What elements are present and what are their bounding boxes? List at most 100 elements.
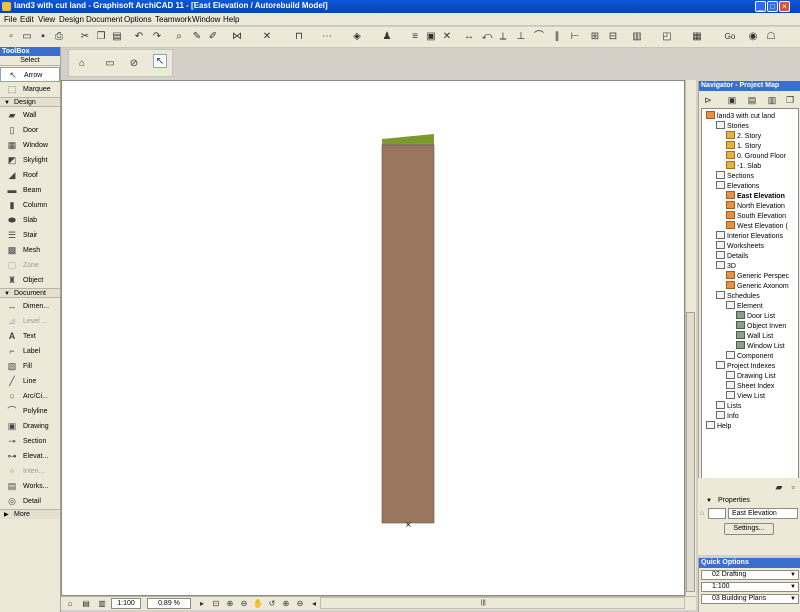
nav-tree-item[interactable]: East Elevation <box>726 191 785 201</box>
nav-tree-item[interactable]: 3D <box>716 261 736 271</box>
tool-detail[interactable]: ◎ Detail <box>0 494 60 509</box>
split-icon[interactable]: ⊢ <box>568 30 582 44</box>
tool-section[interactable]: ⊸ Section <box>0 434 60 449</box>
menu-teamwork[interactable]: Teamwork <box>155 15 191 24</box>
menu-view[interactable]: View <box>38 15 55 24</box>
nav-tree-item[interactable]: Window List <box>736 341 785 351</box>
mirror-icon[interactable]: ⟂ <box>496 30 510 44</box>
rotate-icon[interactable]: ⤺ <box>480 30 494 44</box>
zoom-menu-arrow-icon[interactable]: ▸ <box>195 597 209 611</box>
nav-tree-item[interactable]: Help <box>706 421 731 431</box>
close-button[interactable]: × <box>779 1 790 12</box>
find-select-icon[interactable]: ⌕ <box>172 30 186 44</box>
settings-button[interactable]: Settings... <box>724 523 774 535</box>
zoom-field[interactable]: 0.89 % <box>147 598 191 609</box>
tool-slab[interactable]: ⬬ Slab <box>0 213 60 228</box>
maximize-button[interactable]: □ <box>767 1 778 12</box>
menu-document[interactable]: Document <box>86 15 122 24</box>
minimize-button[interactable]: _ <box>755 1 766 12</box>
scroll-grip-icon[interactable]: ||| <box>481 600 486 606</box>
nav-tree-item[interactable]: Details <box>716 251 748 261</box>
view-id-field[interactable] <box>708 508 726 519</box>
tool-object[interactable]: ♜ Object <box>0 273 60 288</box>
layer-combination-icon[interactable]: ▤ <box>79 597 93 611</box>
tool-polyline[interactable]: ⌒ Polyline <box>0 404 60 419</box>
layout-book-nav-icon[interactable]: ▤ <box>745 93 759 107</box>
nav-tree-item[interactable]: Sections <box>716 171 754 181</box>
nav-tree-item[interactable]: Project Indexes <box>716 361 775 371</box>
open-file-icon[interactable]: ▭ <box>20 30 34 44</box>
rotated-selection-icon[interactable]: ⊘ <box>127 57 141 71</box>
nav-tree-item[interactable]: 0. Ground Floor <box>726 151 786 161</box>
properties-collapse-icon[interactable]: ▼ <box>706 498 712 504</box>
tool-zone[interactable]: ▢ Zone <box>0 258 60 273</box>
project-map-icon[interactable]: ⊳ <box>701 93 715 107</box>
view-map-icon[interactable]: ▣ <box>725 93 739 107</box>
tool-skylight[interactable]: ◩ Skylight <box>0 153 60 168</box>
trace-icon[interactable]: ⊓ <box>292 30 306 44</box>
drag-icon[interactable]: ↔ <box>462 30 476 44</box>
group-icon[interactable]: ▣ <box>424 30 438 44</box>
tool-line[interactable]: ╱ Line <box>0 374 60 389</box>
tool-interior-elevation[interactable]: ✧ Interi... <box>0 464 60 479</box>
elevation-canvas[interactable]: × <box>61 80 685 596</box>
grid-snap-icon[interactable]: ⋯ <box>320 30 334 44</box>
copy-icon[interactable]: ❐ <box>94 30 108 44</box>
nav-tree-item[interactable]: South Elevation <box>726 211 786 221</box>
folder-icon[interactable]: ▰ <box>772 480 786 494</box>
nav-tree-item[interactable]: Sheet Index <box>726 381 774 391</box>
tool-label[interactable]: ⌐ Label <box>0 344 60 359</box>
pan-hand-icon[interactable]: ✋ <box>251 597 265 611</box>
zoom-out-icon[interactable]: ⊖ <box>237 597 251 611</box>
menu-design[interactable]: Design <box>59 15 84 24</box>
ungroup-icon[interactable]: ✕ <box>440 30 454 44</box>
tool-roof[interactable]: ◢ Roof <box>0 168 60 183</box>
nav-tree-item[interactable]: 2. Story <box>726 131 761 141</box>
tool-arrow[interactable]: ↖ Arrow <box>0 67 60 82</box>
cut-icon[interactable]: ✂ <box>78 30 92 44</box>
tool-beam[interactable]: ▬ Beam <box>0 183 60 198</box>
scroll-left-arrow-icon[interactable]: ◂ <box>307 597 321 611</box>
scale-select[interactable]: 1:100 ▼ <box>701 582 799 592</box>
nav-tree-item[interactable]: West Elevation ( <box>726 221 788 231</box>
new-view-icon[interactable]: ▫ <box>786 480 800 494</box>
document-section-header[interactable]: ▼ Document <box>0 288 60 298</box>
arrow-pointer-icon[interactable]: ↖ <box>153 54 167 68</box>
menu-options[interactable]: Options <box>124 15 152 24</box>
go-button[interactable]: Go <box>720 30 740 44</box>
selection-method-icon[interactable]: ⌂ <box>75 57 89 71</box>
undo-icon[interactable]: ↶ <box>132 30 146 44</box>
offset-icon[interactable]: ∥ <box>550 30 564 44</box>
layer-combination-select[interactable]: 02 Drafting ▼ <box>701 570 799 580</box>
nav-tree-item[interactable]: Wall List <box>736 331 773 341</box>
view-name-field[interactable]: East Elevation <box>728 508 798 519</box>
syringe-icon[interactable]: ✐ <box>206 30 220 44</box>
nav-tree-item[interactable]: Drawing List <box>726 371 776 381</box>
print-icon[interactable]: ⎙ <box>52 30 66 44</box>
tool-arc-circle[interactable]: ○ Arc/Ci... <box>0 389 60 404</box>
tool-door[interactable]: ▯ Door <box>0 123 60 138</box>
horizontal-scrollbar[interactable]: ||| <box>320 597 685 609</box>
menu-window[interactable]: Window <box>192 15 220 24</box>
rectangle-selection-icon[interactable]: ▭ <box>103 57 117 71</box>
tool-wall[interactable]: ▰ Wall <box>0 108 60 123</box>
tool-dimension[interactable]: ↔ Dimen... <box>0 299 60 314</box>
new-file-icon[interactable]: ▫ <box>4 30 18 44</box>
nav-tree-item[interactable]: Worksheets <box>716 241 764 251</box>
more-section-header[interactable]: ▶ More <box>0 509 60 519</box>
tool-worksheet[interactable]: ▤ Works... <box>0 479 60 494</box>
save-icon[interactable]: ▪ <box>36 30 50 44</box>
nav-tree-item[interactable]: Component <box>726 351 773 361</box>
nav-tree-item[interactable]: Interior Elevations <box>716 231 783 241</box>
menu-file[interactable]: File <box>4 15 17 24</box>
nav-tree-item[interactable]: Lists <box>716 401 741 411</box>
nav-tree-item[interactable]: land3 with cut land <box>706 111 775 121</box>
section-marker-icon[interactable]: ⊞ <box>588 30 602 44</box>
menu-edit[interactable]: Edit <box>20 15 34 24</box>
tool-level-dimension[interactable]: ⊿ Level ... <box>0 314 60 329</box>
menu-help[interactable]: Help <box>223 15 239 24</box>
nav-tree-item[interactable]: 1. Story <box>726 141 761 151</box>
tool-elevation[interactable]: ⊶ Elevat... <box>0 449 60 464</box>
globe-icon[interactable]: ◉ <box>746 30 760 44</box>
layout-book-icon[interactable]: ▦ <box>690 30 704 44</box>
